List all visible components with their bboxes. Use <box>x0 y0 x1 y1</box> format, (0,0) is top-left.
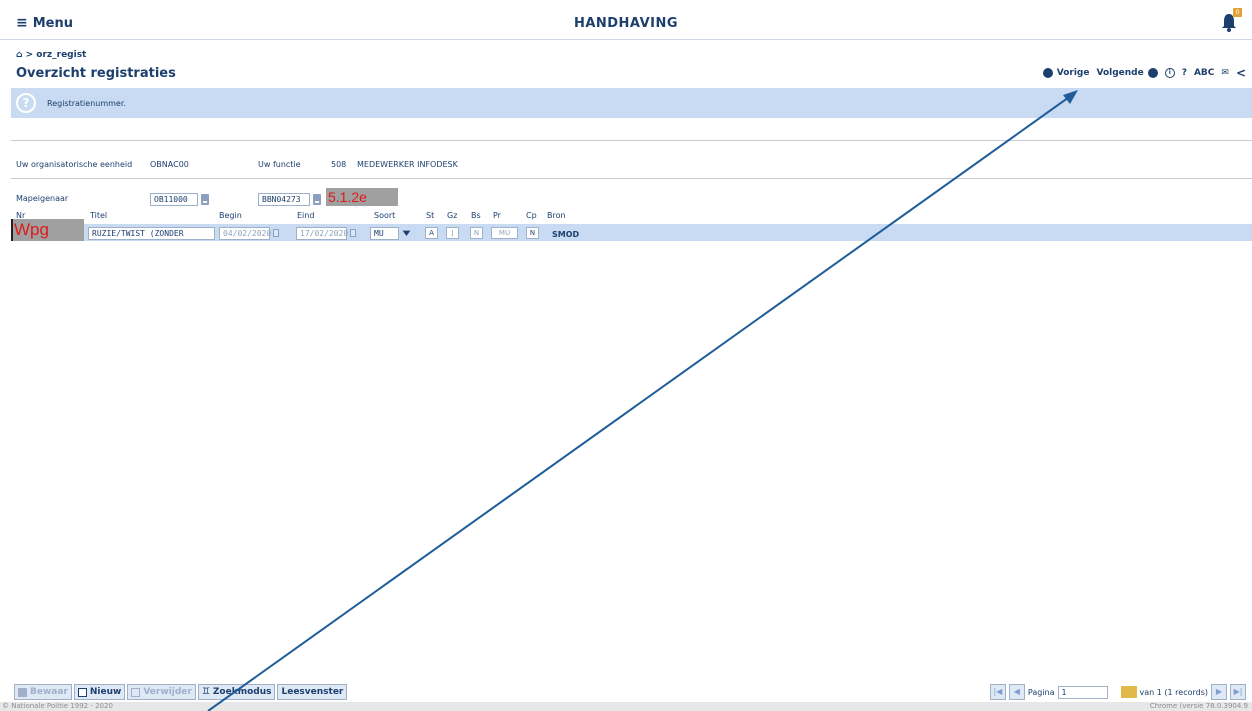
annotation-arrow-line <box>207 94 1073 711</box>
annotation-arrow <box>207 90 1078 711</box>
annotation-arrow-head <box>1063 90 1078 104</box>
